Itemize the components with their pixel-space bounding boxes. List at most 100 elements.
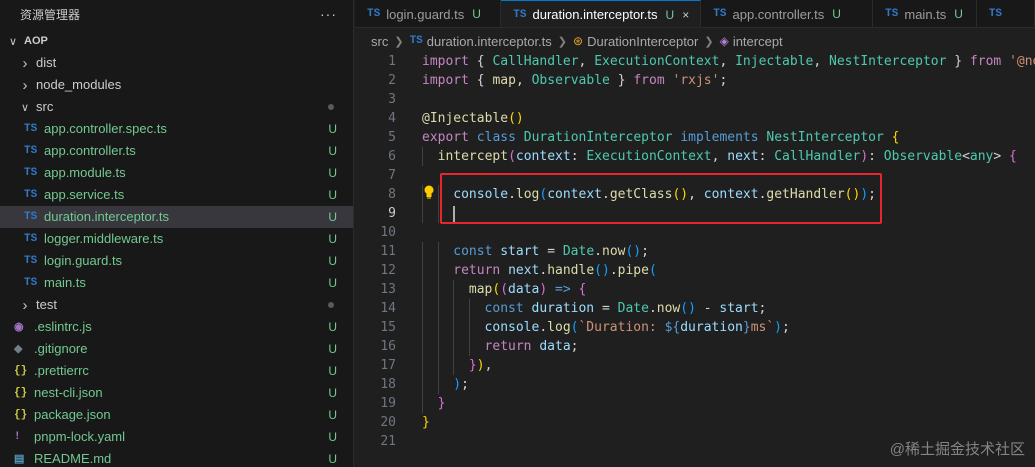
code-token: . [648,301,657,316]
code-token: const [453,244,501,259]
typescript-file-icon: TS [713,8,727,20]
chevron-right-icon: › [22,54,28,72]
code-token: { [476,54,493,69]
code-token: ExecutionContext [586,149,712,164]
code-token: ; [461,377,469,392]
code-token: from [633,73,673,88]
code-token: map [468,282,493,297]
code-token: now [602,244,626,259]
git-status-badge: U [328,320,337,334]
tree-file[interactable]: TS app.controller.ts U [0,140,353,162]
editor-tab[interactable]: TS app.controller.ts U [701,0,874,27]
tree-file[interactable]: TS duration.interceptor.ts U [0,206,353,228]
line-number: 4 [388,111,396,126]
indent-guide [437,280,439,299]
code-token: } [437,396,446,411]
tree-item-label: app.module.ts [44,165,126,180]
more-actions-icon[interactable]: ··· [320,6,337,22]
json-file-icon: {} [14,365,28,377]
typescript-file-icon: TS [24,233,38,245]
tree-item-label: package.json [34,407,111,422]
code-token: intercept [437,149,509,164]
tree-root-folder[interactable]: ∨ AOP [0,30,353,52]
breadcrumb-method[interactable]: intercept [733,34,783,49]
code-token: start [719,301,759,316]
tree-item-label: main.ts [44,275,86,290]
editor-tab[interactable]: TS [977,0,1035,27]
tab-label: duration.interceptor.ts [532,7,658,22]
code-editor[interactable]: 1 import { CallHandler, ExecutionContext,… [355,52,1035,467]
indent-guide [437,299,439,318]
tree-file[interactable]: TS app.module.ts U [0,162,353,184]
git-status-badge: U [328,386,337,400]
tree-file[interactable]: ▤ README.md U [0,448,353,467]
close-icon[interactable]: × [682,8,689,22]
breadcrumb-file[interactable]: duration.interceptor.ts [427,34,552,49]
code-token: ; [641,244,649,259]
git-status-badge: U [954,7,963,21]
code-token: Observable [883,149,963,164]
chevron-right-icon: › [22,296,28,314]
tree-folder[interactable]: › dist [0,52,353,74]
editor-tab[interactable]: TS main.ts U [873,0,977,27]
code-token: handle [547,263,595,278]
code-text: } [438,394,446,413]
code-token: 'rxjs' [672,73,720,88]
git-status-badge: U [328,430,337,444]
tree-file[interactable]: ◉ .eslintrc.js U [0,316,353,338]
indent-guide [422,261,423,280]
line-number: 21 [380,434,396,449]
code-text: export class DurationInterceptor impleme… [422,128,899,147]
code-token: data [539,339,571,354]
tree-file[interactable]: TS app.controller.spec.ts U [0,118,353,140]
tree-file[interactable]: {} package.json U [0,404,353,426]
code-line: 15 console.log(`Duration: ${duration}ms`)… [355,318,1035,337]
lightbulb-icon[interactable] [423,185,435,199]
explorer-sidebar: 资源管理器 ··· ∨ AOP › dist › node_modules ∨ src TS ap… [0,0,354,467]
code-token: ( [508,149,516,164]
tree-file[interactable]: TS login.guard.ts U [0,250,353,272]
explorer-title: 资源管理器 [20,7,81,22]
tree-file[interactable]: {} nest-cli.json U [0,382,353,404]
breadcrumb-folder[interactable]: src [371,34,388,49]
code-token: , [484,358,493,373]
json-file-icon: {} [14,409,28,421]
indent-guide [422,337,423,356]
breadcrumb-class[interactable]: DurationInterceptor [587,34,698,49]
code-token: } [609,73,634,88]
code-token: return [484,339,540,354]
tree-file[interactable]: TS logger.middleware.ts U [0,228,353,250]
git-status-badge: U [472,7,481,21]
tree-folder[interactable]: ∨ src [0,96,353,118]
git-status-badge: U [328,408,337,422]
editor-tab[interactable]: TS duration.interceptor.ts U × [501,0,702,27]
tree-file[interactable]: TS app.service.ts U [0,184,353,206]
class-symbol-icon: ⊛ [573,34,584,48]
chevron-down-icon: ∨ [8,35,18,48]
code-token: next [727,149,759,164]
code-text: intercept(context: ExecutionContext, nex… [438,147,1017,166]
code-token: NestInterceptor [829,54,947,69]
code-token: duration [531,301,602,316]
tree-file[interactable]: ◆ .gitignore U [0,338,353,360]
watermark: @稀土掘金技术社区 [889,441,1025,458]
tree-file[interactable]: TS main.ts U [0,272,353,294]
editor-tab[interactable]: TS login.guard.ts U [355,0,502,27]
tab-label: main.ts [904,6,947,22]
code-token: , [515,73,532,88]
code-token: now [656,301,681,316]
tree-folder[interactable]: › test [0,294,353,316]
indent-guide [468,318,470,337]
tree-item-label: logger.middleware.ts [44,231,164,246]
code-token: return [453,263,509,278]
code-token: , [813,54,830,69]
tree-file[interactable]: {} .prettierrc U [0,360,353,382]
line-number: 17 [380,358,396,373]
tree-item-label: dist [36,55,57,70]
code-token: CallHandler [492,54,579,69]
tree-folder[interactable]: › node_modules [0,74,353,96]
code-token: console [484,320,540,335]
tree-file[interactable]: ! pnpm-lock.yaml U [0,426,353,448]
code-token: { [1009,149,1017,164]
